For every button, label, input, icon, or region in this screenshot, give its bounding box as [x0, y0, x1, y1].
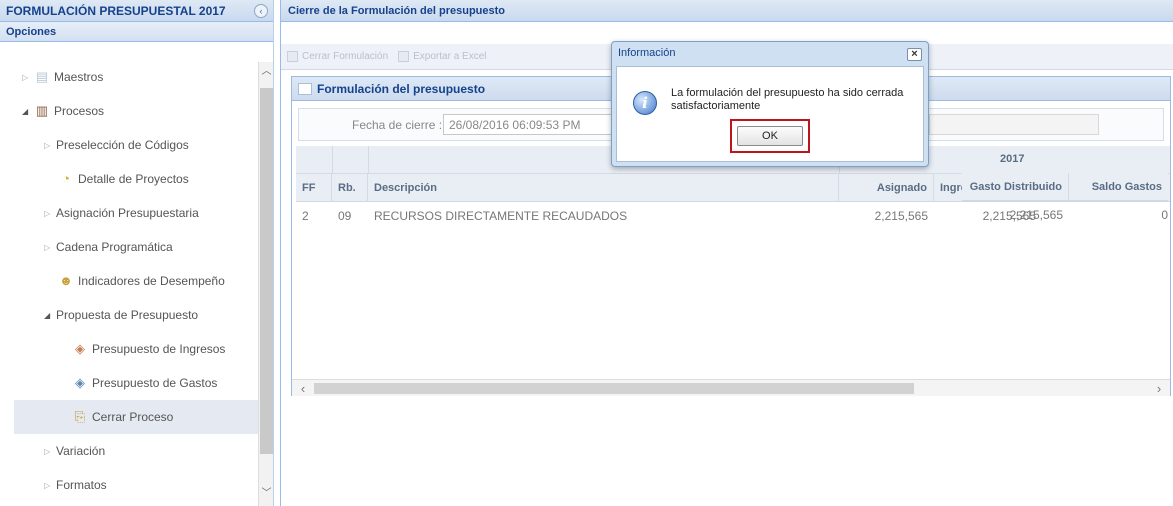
tree-item-formatos[interactable]: ▷ Formatos [14, 468, 258, 502]
tree-item-label: Detalle de Proyectos [78, 172, 189, 186]
tree-item-label: Variación [56, 444, 106, 458]
scroll-left-icon[interactable]: ‹ [294, 380, 312, 397]
tree-item-propuesta[interactable]: ◢ Propuesta de Presupuesto [14, 298, 258, 332]
expand-arrow-icon[interactable]: ▷ [22, 73, 34, 82]
expand-arrow-icon[interactable]: ▷ [44, 447, 56, 456]
tree-item-label: Formatos [56, 478, 107, 492]
column-header-gasto-distribuido[interactable]: Gasto Distribuido [962, 173, 1069, 201]
tree-item-label: Procesos [54, 104, 105, 118]
tree-item-cadena[interactable]: ▷ Cadena Programática [14, 230, 258, 264]
scroll-up-icon[interactable]: ︿ [259, 64, 274, 80]
exportar-excel-label: Exportar a Excel [413, 51, 487, 62]
tree-item-presupuesto-ingresos[interactable]: ◈ Presupuesto de Ingresos [14, 332, 258, 366]
tree-scrollbar-thumb[interactable] [260, 88, 273, 454]
ok-button[interactable]: OK [737, 126, 803, 146]
info-dialog: Información × i La formulación del presu… [611, 41, 929, 167]
grid-divider [368, 146, 369, 174]
money-icon: ◈ [75, 341, 85, 356]
main-panel-title: Cierre de la Formulación del presupuesto [281, 0, 1173, 22]
cell-asignado: 2,215,565 [874, 209, 928, 223]
cell-gasto-distribuido: 2,215,565 [1009, 208, 1063, 222]
tree-item-detalle-proyectos[interactable]: ◔ Detalle de Proyectos [14, 162, 258, 196]
books-icon: ▥ [35, 103, 49, 118]
cell-rb: 09 [338, 209, 352, 223]
grid-divider [332, 146, 333, 174]
formulacion-panel-title: Formulación del presupuesto [317, 81, 486, 96]
tree-item-asignacion[interactable]: ▷ Asignación Presupuestaria [14, 196, 258, 230]
cerrar-formulacion-label: Cerrar Formulación [302, 51, 389, 62]
form-icon [298, 82, 312, 95]
app-title: FORMULACIÓN PRESUPUESTAL 2017 [6, 3, 226, 18]
column-header-rb[interactable]: Rb. [332, 174, 368, 202]
tree-item-indicadores[interactable]: ☻ Indicadores de Desempeño [14, 264, 258, 298]
person-icon: ☻ [59, 273, 73, 288]
column-header-saldo-gastos[interactable]: Saldo Gastos [1069, 173, 1168, 201]
dialog-title: Información [618, 47, 676, 59]
grid-scrollbar-thumb[interactable] [314, 383, 914, 394]
close-icon[interactable]: × [907, 48, 922, 61]
tree-item-label: Cadena Programática [56, 240, 173, 254]
left-panel-header: FORMULACIÓN PRESUPUESTAL 2017 ‹ [0, 0, 273, 22]
tree-item-presupuesto-gastos[interactable]: ◈ Presupuesto de Gastos [14, 366, 258, 400]
collapse-arrow-icon[interactable]: ◢ [44, 311, 56, 320]
tree-item-label: Cerrar Proceso [92, 410, 174, 424]
fecha-cierre-label: Fecha de cierre : [352, 118, 443, 132]
expand-arrow-icon[interactable]: ▷ [44, 209, 56, 218]
scroll-down-icon[interactable]: ﹀ [259, 486, 274, 502]
cerrar-formulacion-button[interactable]: Cerrar Formulación [287, 51, 388, 62]
tree-item-label: Propuesta de Presupuesto [56, 308, 199, 322]
info-icon: i [633, 91, 657, 115]
dialog-body: i La formulación del presupuesto ha sido… [616, 66, 924, 162]
money-icon: ◈ [75, 375, 85, 390]
tree-scrollbar[interactable]: ︿ ﹀ [258, 62, 273, 506]
folder-icon: ▤ [35, 69, 49, 84]
grid-year-label: 2017 [1000, 153, 1025, 165]
column-header-descripcion[interactable]: Descripción [368, 174, 839, 202]
tree-item-cerrar-proceso[interactable]: ⎘ Cerrar Proceso [14, 400, 258, 434]
tree-item-label: Asignación Presupuestaria [56, 206, 199, 220]
ok-button-highlight: OK [730, 119, 810, 153]
opciones-header: Opciones [0, 22, 273, 42]
cell-saldo-gastos: 0 [1161, 208, 1168, 222]
tree-item-maestros[interactable]: ▷ ▤ Maestros [14, 60, 258, 94]
exportar-excel-button[interactable]: Exportar a Excel [398, 51, 487, 62]
tree-item-procesos[interactable]: ◢ ▥ Procesos [14, 94, 258, 128]
scroll-right-icon[interactable]: › [1150, 380, 1168, 397]
grid-horizontal-scrollbar[interactable]: ‹ › [292, 379, 1170, 396]
tree-item-label: Presupuesto de Gastos [92, 376, 218, 390]
tree-item-variacion[interactable]: ▷ Variación [14, 434, 258, 468]
cell-ff: 2 [302, 209, 309, 223]
tree-item-label: Maestros [54, 70, 104, 84]
expand-arrow-icon[interactable]: ▷ [44, 243, 56, 252]
tree-item-label: Indicadores de Desempeño [78, 274, 225, 288]
lock-icon [287, 51, 298, 62]
collapse-panel-icon[interactable]: ‹ [254, 4, 268, 18]
collapse-arrow-icon[interactable]: ◢ [22, 107, 34, 116]
expand-arrow-icon[interactable]: ▷ [44, 481, 56, 490]
fecha-cierre-field[interactable]: 26/08/2016 06:09:53 PM [443, 114, 613, 135]
tree-item-label: Presupuesto de Ingresos [92, 342, 226, 356]
navigation-tree: ▷ ▤ Maestros ◢ ▥ Procesos ▷ Preselección… [14, 60, 258, 506]
dialog-message: La formulación del presupuesto ha sido c… [671, 87, 904, 112]
expand-arrow-icon[interactable]: ▷ [44, 141, 56, 150]
excel-icon [398, 51, 410, 62]
close-process-icon: ⎘ [74, 409, 86, 424]
tree-item-label: Preselección de Códigos [56, 138, 189, 152]
blank-field [929, 114, 1099, 135]
tree-item-preseleccion[interactable]: ▷ Preselección de Códigos [14, 128, 258, 162]
column-header-asignado[interactable]: Asignado [839, 174, 934, 202]
left-panel: FORMULACIÓN PRESUPUESTAL 2017 ‹ Opciones… [0, 0, 274, 506]
column-header-ff[interactable]: FF [296, 174, 332, 202]
cell-descripcion: RECURSOS DIRECTAMENTE RECAUDADOS [374, 209, 628, 223]
pie-chart-icon: ◔ [62, 171, 70, 186]
